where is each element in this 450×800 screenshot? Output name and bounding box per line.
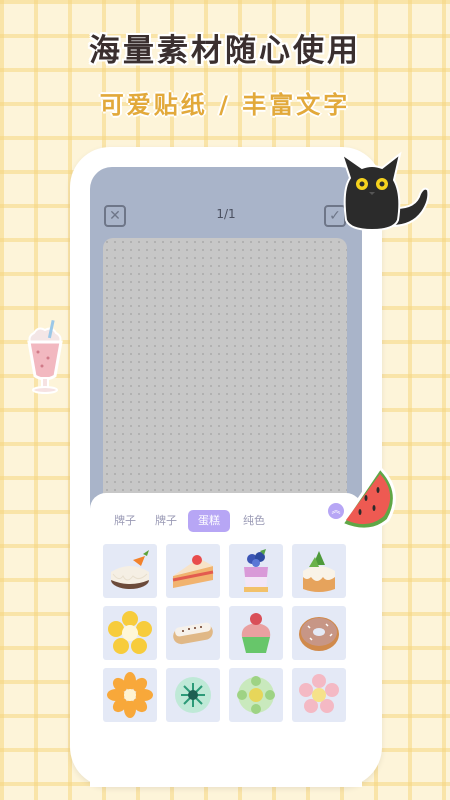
strawberry-cake-slice-icon — [172, 555, 214, 588]
pineapple-cake-icon — [303, 551, 335, 592]
sticker-item[interactable] — [103, 668, 157, 722]
sticker-item[interactable] — [103, 544, 157, 598]
tab-3[interactable]: 纯色 — [233, 510, 275, 532]
headline: 海量素材随心使用 — [89, 33, 361, 69]
carrot-cake-icon — [111, 550, 149, 589]
sticker-item[interactable] — [292, 668, 346, 722]
eclair-icon — [173, 622, 213, 645]
subline: 可爱贴纸 / 丰富文字 — [99, 91, 351, 119]
blueberry-cake-icon — [244, 549, 268, 592]
watermelon-icon — [339, 465, 396, 531]
pink-flower-icon — [299, 674, 339, 713]
donut-icon — [299, 617, 339, 651]
sticker-item[interactable] — [166, 606, 220, 660]
black-cat-icon — [340, 151, 430, 232]
yellow-flower-cookie-icon — [108, 611, 152, 654]
tab-1[interactable]: 牌子 — [145, 510, 187, 532]
tab-2[interactable]: 蛋糕 — [188, 510, 230, 532]
sticker-item[interactable] — [229, 606, 283, 660]
sticker-item[interactable] — [292, 606, 346, 660]
milkshake-icon — [27, 319, 63, 394]
page-indicator: 1/1 — [216, 207, 236, 221]
sticker-item[interactable] — [166, 544, 220, 598]
sticker-item[interactable] — [229, 544, 283, 598]
green-flower-icon — [237, 676, 275, 714]
sticker-item[interactable] — [166, 668, 220, 722]
teal-flower-icon — [175, 677, 211, 713]
sticker-panel: 牌子 牌子 蛋糕 纯色 ︽ — [90, 493, 362, 787]
sticker-item[interactable] — [229, 668, 283, 722]
tab-0[interactable]: 牌子 — [104, 510, 146, 532]
orange-flower-icon — [107, 672, 153, 718]
sticker-item[interactable] — [292, 544, 346, 598]
sticker-item[interactable] — [103, 606, 157, 660]
cupcake-icon — [241, 613, 271, 653]
drawing-canvas[interactable] — [103, 238, 347, 508]
